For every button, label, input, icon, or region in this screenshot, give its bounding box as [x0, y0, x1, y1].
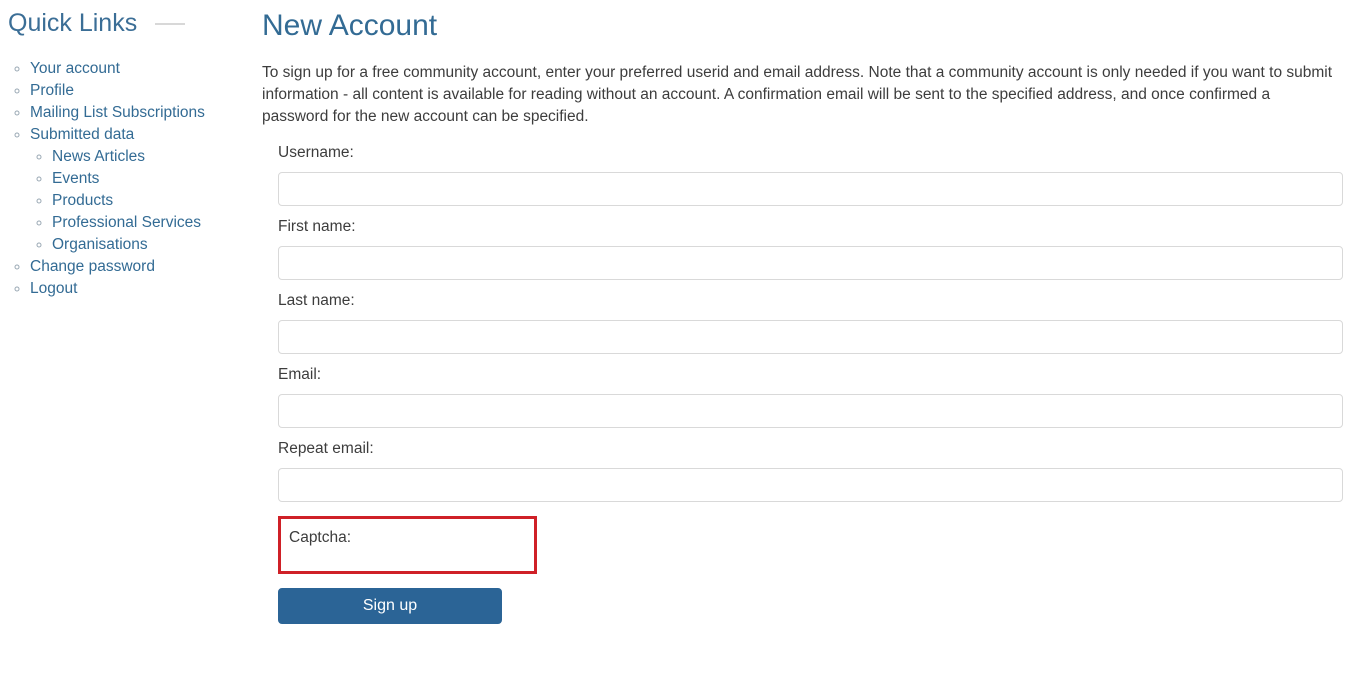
sidebar-item-mailing-list-subscriptions[interactable]: Mailing List Subscriptions — [30, 102, 205, 124]
sidebar: Quick Links Your account Profile Mailing… — [0, 0, 260, 675]
sidebar-header: Quick Links — [8, 9, 260, 38]
list-item: Organisations — [52, 234, 260, 256]
first-name-input[interactable] — [278, 246, 1343, 280]
sidebar-title: Quick Links — [8, 9, 138, 37]
last-name-input[interactable] — [278, 320, 1343, 354]
sidebar-item-products[interactable]: Products — [52, 190, 113, 212]
sidebar-divider-rule — [155, 22, 186, 25]
sidebar-item-change-password[interactable]: Change password — [30, 256, 155, 278]
email-label: Email: — [278, 366, 322, 383]
username-label: Username: — [278, 144, 354, 161]
captcha-highlight-box: Captcha: — [278, 516, 537, 574]
sidebar-item-profile[interactable]: Profile — [30, 80, 74, 102]
list-item: Change password — [30, 256, 260, 278]
sidebar-item-organisations[interactable]: Organisations — [52, 234, 148, 256]
field-repeat-email: Repeat email: — [278, 438, 1343, 502]
sign-up-button[interactable]: Sign up — [278, 588, 502, 624]
list-item: Logout — [30, 278, 260, 300]
first-name-label: First name: — [278, 218, 356, 235]
list-item: Profile — [30, 80, 260, 102]
submitted-data-sublist: News Articles Events Products Profession… — [30, 146, 260, 256]
list-item: Submitted data News Articles Events Prod… — [30, 124, 260, 256]
list-item: Events — [52, 168, 260, 190]
sidebar-item-logout[interactable]: Logout — [30, 278, 77, 300]
sidebar-item-submitted-data[interactable]: Submitted data — [30, 124, 134, 146]
sidebar-item-news-articles[interactable]: News Articles — [52, 146, 145, 168]
field-username: Username: — [278, 142, 1343, 206]
list-item: News Articles — [52, 146, 260, 168]
quick-links-list: Your account Profile Mailing List Subscr… — [8, 58, 260, 300]
email-input[interactable] — [278, 394, 1343, 428]
sidebar-item-professional-services[interactable]: Professional Services — [52, 212, 201, 234]
field-first-name: First name: — [278, 216, 1343, 280]
intro-paragraph: To sign up for a free community account,… — [262, 64, 1333, 125]
captcha-label: Captcha: — [289, 529, 352, 546]
sidebar-item-events[interactable]: Events — [52, 168, 99, 190]
list-item: Mailing List Subscriptions — [30, 102, 260, 124]
repeat-email-label: Repeat email: — [278, 440, 374, 457]
last-name-label: Last name: — [278, 292, 355, 309]
sidebar-item-your-account[interactable]: Your account — [30, 58, 120, 80]
main-content: New Account To sign up for a free commun… — [260, 0, 1357, 675]
page-root: Quick Links Your account Profile Mailing… — [0, 0, 1357, 675]
list-item: Professional Services — [52, 212, 260, 234]
new-account-form: Username: First name: Last name: Email: … — [262, 142, 1343, 624]
field-email: Email: — [278, 364, 1343, 428]
repeat-email-input[interactable] — [278, 468, 1343, 502]
username-input[interactable] — [278, 172, 1343, 206]
list-item: Products — [52, 190, 260, 212]
page-title: New Account — [262, 9, 438, 42]
field-last-name: Last name: — [278, 290, 1343, 354]
list-item: Your account — [30, 58, 260, 80]
